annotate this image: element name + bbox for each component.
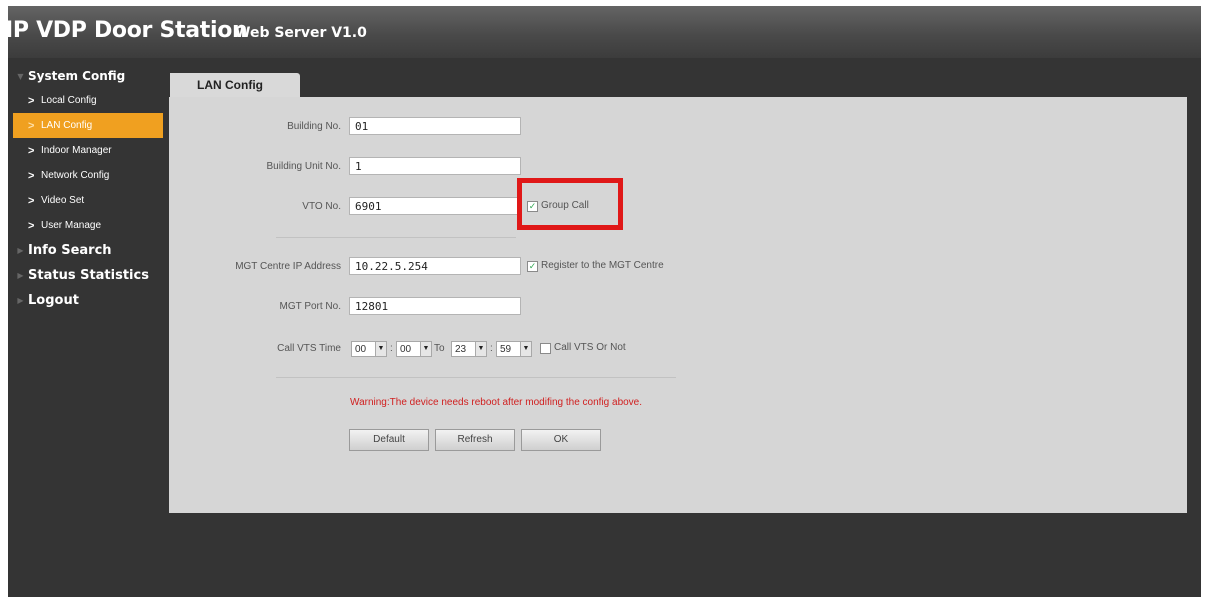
chevron-right-icon: > (28, 219, 35, 232)
sidebar-item-lan-config[interactable]: > LAN Config (13, 113, 163, 138)
sidebar-item-local-config[interactable]: > Local Config (13, 88, 163, 113)
sidebar-section-label: System Config (28, 69, 126, 83)
app-title: IP VDP Door Station (5, 18, 248, 43)
call-vts-or-not-checkbox[interactable] (540, 343, 551, 354)
sidebar-item-video-set[interactable]: > Video Set (13, 188, 163, 213)
sidebar-item-indoor-manager[interactable]: > Indoor Manager (13, 138, 163, 163)
chevron-right-icon: > (28, 94, 35, 107)
divider (276, 377, 676, 378)
chevron-right-icon: > (28, 169, 35, 182)
app-subtitle: Web Server V1.0 (235, 25, 367, 41)
dropdown-arrow-icon: ▼ (475, 342, 486, 356)
to-label: To (434, 343, 445, 354)
expand-arrow-icon: ▶ (17, 296, 24, 305)
sidebar-section-system-config[interactable]: ▼ System Config (13, 64, 163, 88)
start-hour-value: 00 (355, 343, 367, 355)
end-hour-value: 23 (455, 343, 467, 355)
call-vts-time-label: Call VTS Time (277, 343, 341, 354)
sidebar-section-label: Status Statistics (28, 268, 149, 283)
register-mgt-label: Register to the MGT Centre (541, 260, 664, 271)
building-no-label: Building No. (287, 121, 341, 132)
dropdown-arrow-icon: ▼ (375, 342, 386, 356)
expand-arrow-icon: ▶ (17, 246, 24, 255)
divider (276, 237, 516, 238)
mgt-port-label: MGT Port No. (279, 301, 342, 312)
refresh-button[interactable]: Refresh (435, 429, 515, 451)
end-hour-select[interactable]: 23 ▼ (451, 341, 487, 357)
time-separator: : (390, 343, 393, 354)
reboot-warning: Warning:The device needs reboot after mo… (350, 397, 643, 408)
expand-arrow-icon: ▶ (17, 271, 24, 280)
sidebar-section-status-statistics[interactable]: ▶ Status Statistics (13, 263, 163, 288)
end-minute-value: 59 (500, 343, 512, 355)
start-hour-select[interactable]: 00 ▼ (351, 341, 387, 357)
vto-no-input[interactable]: 6901 (349, 197, 521, 215)
chevron-right-icon: > (28, 194, 35, 207)
building-unit-no-input[interactable]: 1 (349, 157, 521, 175)
sidebar-section-info-search[interactable]: ▶ Info Search (13, 238, 163, 263)
sidebar-section-label: Logout (28, 293, 79, 308)
start-minute-select[interactable]: 00 ▼ (396, 341, 432, 357)
dropdown-arrow-icon: ▼ (520, 342, 531, 356)
sidebar-item-user-manage[interactable]: > User Manage (13, 213, 163, 238)
default-button[interactable]: Default (349, 429, 429, 451)
sidebar-item-label: Video Set (41, 195, 85, 206)
collapse-arrow-icon: ▼ (17, 71, 24, 81)
tab-lan-config[interactable]: LAN Config (170, 73, 300, 97)
sidebar-section-label: Info Search (28, 243, 112, 258)
sidebar-item-label: Network Config (41, 170, 110, 181)
sidebar-item-label: Local Config (41, 95, 97, 106)
chevron-right-icon: > (28, 144, 35, 157)
sidebar: ▼ System Config > Local Config > LAN Con… (13, 64, 163, 313)
header-bar: IP VDP Door Station Web Server V1.0 (5, 6, 1201, 58)
end-minute-select[interactable]: 59 ▼ (496, 341, 532, 357)
ok-button[interactable]: OK (521, 429, 601, 451)
time-separator: : (490, 343, 493, 354)
building-no-input[interactable]: 01 (349, 117, 521, 135)
chevron-right-icon: > (28, 119, 35, 132)
highlight-box (517, 178, 623, 230)
call-vts-or-not-label: Call VTS Or Not (554, 342, 626, 353)
sidebar-item-label: Indoor Manager (41, 145, 112, 156)
mgt-ip-label: MGT Centre IP Address (235, 261, 341, 272)
mgt-port-input[interactable]: 12801 (349, 297, 521, 315)
sidebar-item-network-config[interactable]: > Network Config (13, 163, 163, 188)
sidebar-item-label: LAN Config (41, 120, 93, 131)
mgt-ip-input[interactable]: 10.22.5.254 (349, 257, 521, 275)
start-minute-value: 00 (400, 343, 412, 355)
building-unit-no-label: Building Unit No. (266, 161, 341, 172)
vto-no-label: VTO No. (302, 201, 341, 212)
dropdown-arrow-icon: ▼ (420, 342, 431, 356)
sidebar-section-logout[interactable]: ▶ Logout (13, 288, 163, 313)
sidebar-item-label: User Manage (41, 220, 102, 231)
register-mgt-checkbox[interactable]: ✓ (527, 261, 538, 272)
